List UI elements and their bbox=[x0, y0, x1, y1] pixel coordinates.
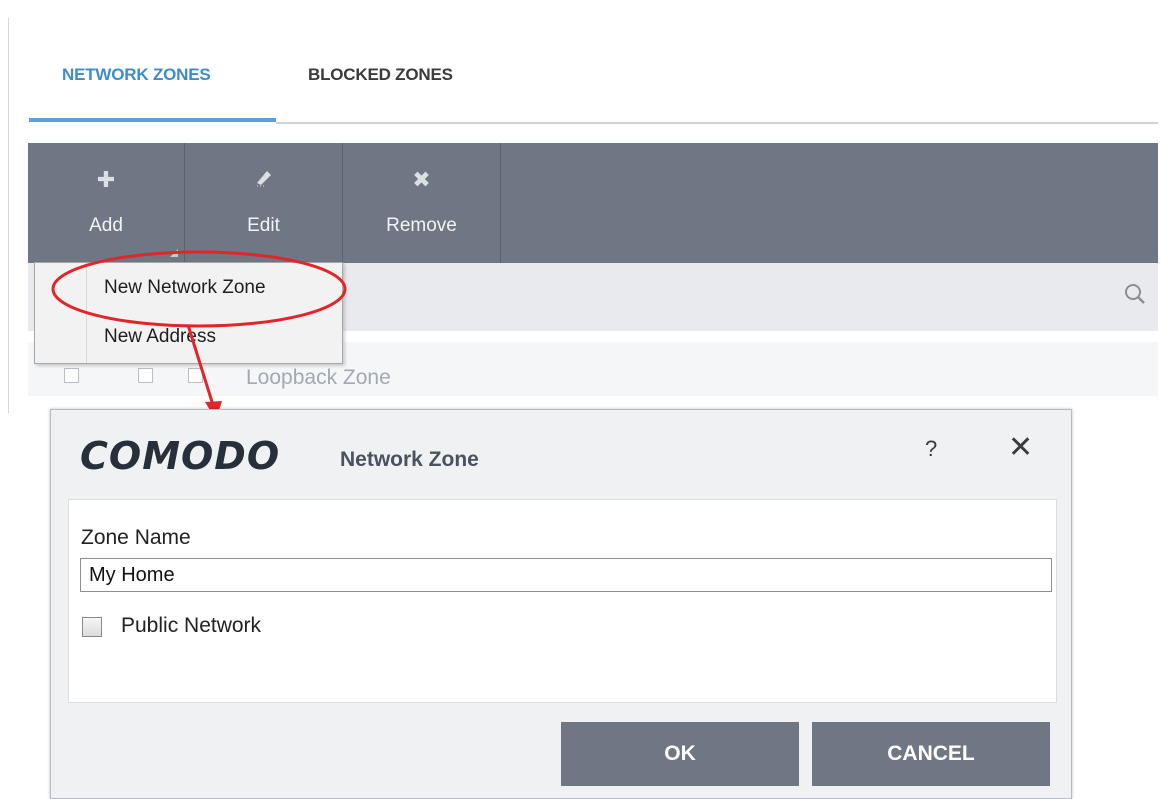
zone-name-label: Zone Name bbox=[81, 526, 191, 549]
edit-button-label: Edit bbox=[247, 215, 280, 236]
add-button-label: Add bbox=[89, 215, 123, 236]
plus-icon: ✚ bbox=[96, 167, 116, 192]
cancel-button[interactable]: CANCEL bbox=[812, 722, 1050, 786]
tab-network-zones[interactable]: NETWORK ZONES bbox=[62, 65, 211, 85]
add-dropdown-menu: New Network Zone New Address bbox=[34, 262, 343, 364]
row-select-checkbox[interactable] bbox=[64, 368, 79, 383]
toolbar: ✚ Add Edit ✖ Remove bbox=[28, 143, 1158, 263]
network-zone-dialog: COMODO Network Zone ? ✕ Zone Name Public… bbox=[50, 409, 1072, 799]
remove-button-label: Remove bbox=[386, 215, 457, 236]
close-button[interactable]: ✕ bbox=[1008, 430, 1033, 465]
add-button[interactable]: ✚ Add bbox=[28, 143, 185, 263]
zone-tabs: NETWORK ZONES BLOCKED ZONES bbox=[28, 60, 1158, 126]
dropdown-caret-icon bbox=[170, 249, 178, 257]
zone-name-cell: Loopback Zone bbox=[246, 366, 391, 389]
remove-button[interactable]: ✖ Remove bbox=[343, 143, 501, 263]
edit-button[interactable]: Edit bbox=[185, 143, 343, 263]
menu-item-new-address[interactable]: New Address bbox=[104, 326, 216, 348]
dialog-panel: Zone Name Public Network bbox=[68, 499, 1057, 703]
public-network-checkbox[interactable] bbox=[82, 617, 102, 637]
ok-button[interactable]: OK bbox=[561, 722, 799, 786]
dialog-title: Network Zone bbox=[340, 448, 479, 471]
tab-blocked-zones[interactable]: BLOCKED ZONES bbox=[308, 65, 453, 85]
menu-item-new-network-zone[interactable]: New Network Zone bbox=[104, 277, 266, 299]
left-divider bbox=[8, 18, 9, 413]
menu-gutter bbox=[86, 263, 87, 363]
help-button[interactable]: ? bbox=[925, 436, 937, 462]
x-icon: ✖ bbox=[412, 167, 431, 192]
tabs-divider bbox=[276, 122, 1158, 124]
public-network-label: Public Network bbox=[121, 614, 262, 637]
pencil-icon bbox=[185, 167, 342, 195]
active-tab-indicator bbox=[29, 118, 276, 122]
search-icon[interactable] bbox=[1124, 283, 1146, 305]
zone-name-input[interactable] bbox=[80, 558, 1052, 592]
zone-checkbox[interactable] bbox=[188, 368, 203, 383]
expand-toggle-icon[interactable] bbox=[138, 368, 153, 383]
comodo-logo: COMODO bbox=[80, 434, 281, 478]
